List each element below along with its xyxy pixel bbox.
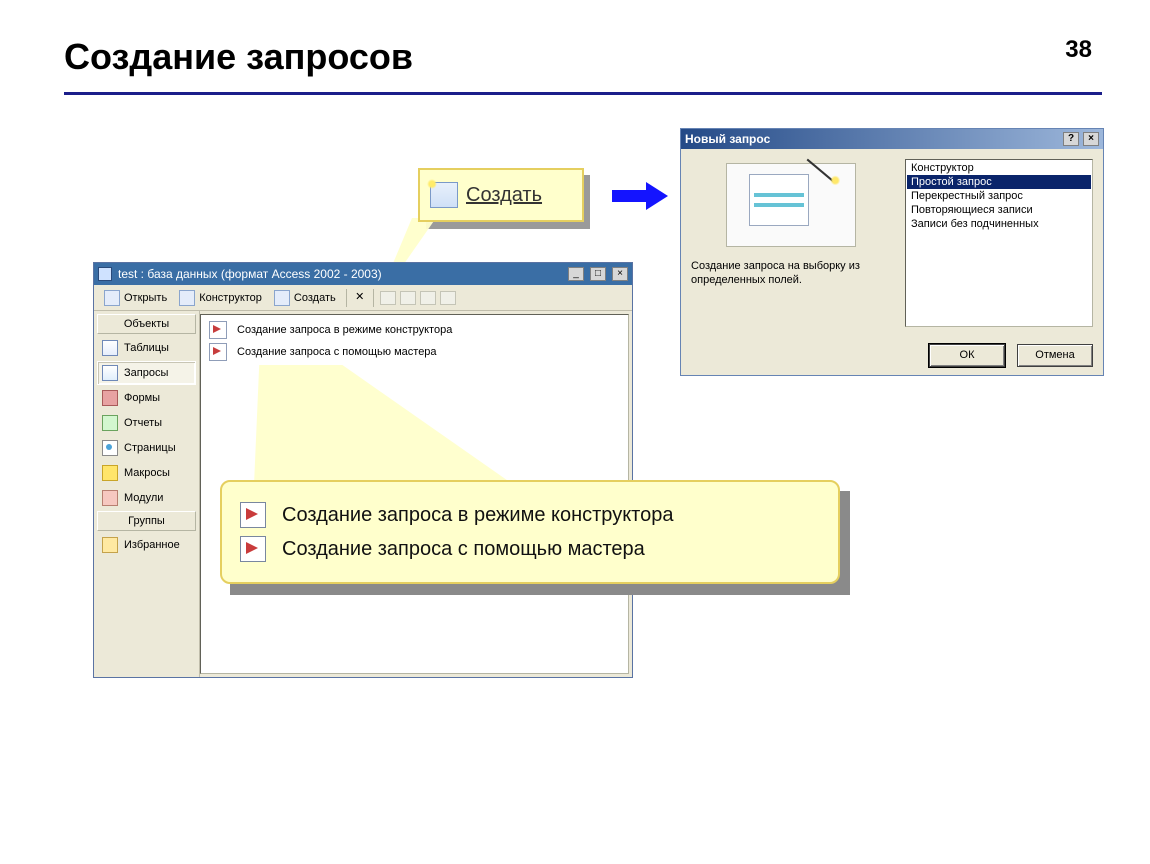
create-button-callout: Создать (418, 168, 584, 222)
dialog-preview (726, 163, 856, 247)
sidebar-label: Модули (124, 492, 163, 504)
slide-number: 38 (1065, 36, 1092, 64)
nav-objects-header: Объекты (97, 314, 196, 334)
designer-icon (179, 290, 195, 306)
dialog-title: Новый запрос (685, 132, 1059, 146)
zoom-row-designer: Создание запроса в режиме конструктора (240, 502, 820, 528)
module-icon (102, 490, 118, 506)
wizard-icon (209, 321, 227, 339)
minimize-button[interactable]: _ (568, 267, 584, 281)
maximize-button[interactable]: □ (590, 267, 606, 281)
new-query-dialog: Новый запрос ? × Создание запроса на выб… (680, 128, 1104, 376)
delete-icon[interactable]: ✕ (353, 291, 367, 305)
page-icon (102, 440, 118, 456)
new-icon (430, 182, 458, 208)
toolbar-open[interactable]: Открыть (100, 289, 171, 307)
option-duplicates[interactable]: Повторяющиеся записи (907, 203, 1091, 217)
option-crosstab[interactable]: Перекрестный запрос (907, 189, 1091, 203)
view-list-icon[interactable] (420, 291, 436, 305)
dialog-titlebar[interactable]: Новый запрос ? × (681, 129, 1103, 149)
slide-divider (64, 92, 1102, 95)
close-button[interactable]: × (612, 267, 628, 281)
titlebar[interactable]: test : база данных (формат Access 2002 -… (94, 263, 632, 285)
sidebar-item-pages[interactable]: Страницы (97, 436, 196, 460)
view-large-icons[interactable] (400, 291, 416, 305)
sidebar-label: Формы (124, 392, 160, 404)
option-unmatched[interactable]: Записи без подчиненных (907, 217, 1091, 231)
sidebar-label: Отчеты (124, 417, 162, 429)
content-label: Создание запроса с помощью мастера (237, 346, 437, 358)
sidebar-label: Избранное (124, 539, 180, 551)
wizard-icon (209, 343, 227, 361)
close-button[interactable]: × (1083, 132, 1099, 146)
sidebar-item-queries[interactable]: Запросы (97, 361, 196, 385)
nav-pane: Объекты Таблицы Запросы Формы Отчеты Стр… (94, 311, 200, 677)
ok-button[interactable]: ОК (929, 344, 1005, 367)
zoom-row-wizard: Создание запроса с помощью мастера (240, 536, 820, 562)
db-toolbar: Открыть Конструктор Создать ✕ (94, 285, 632, 311)
sidebar-item-reports[interactable]: Отчеты (97, 411, 196, 435)
wizard-icon (240, 536, 266, 562)
view-details-icon[interactable] (440, 291, 456, 305)
app-icon (98, 267, 112, 281)
toolbar-designer[interactable]: Конструктор (175, 289, 266, 307)
macro-icon (102, 465, 118, 481)
toolbar-separator (346, 289, 347, 307)
favorites-icon (102, 537, 118, 553)
sidebar-item-tables[interactable]: Таблицы (97, 336, 196, 360)
option-constructor[interactable]: Конструктор (907, 161, 1091, 175)
sidebar-label: Макросы (124, 467, 170, 479)
sidebar-label: Запросы (124, 367, 168, 379)
sidebar-item-modules[interactable]: Модули (97, 486, 196, 510)
wizard-icon (240, 502, 266, 528)
open-icon (104, 290, 120, 306)
toolbar-separator (373, 289, 374, 307)
create-query-designer[interactable]: Создание запроса в режиме конструктора (205, 319, 624, 341)
option-simple-query[interactable]: Простой запрос (907, 175, 1091, 189)
toolbar-open-label: Открыть (124, 292, 167, 304)
dialog-description: Создание запроса на выборку из определен… (691, 259, 891, 288)
zoom-label: Создание запроса в режиме конструктора (282, 504, 673, 527)
toolbar-create[interactable]: Создать (270, 289, 340, 307)
report-icon (102, 415, 118, 431)
content-zoom-callout: Создание запроса в режиме конструктора С… (220, 480, 840, 584)
arrow-icon (612, 182, 670, 210)
table-icon (102, 340, 118, 356)
content-label: Создание запроса в режиме конструктора (237, 324, 452, 336)
query-icon (102, 365, 118, 381)
sidebar-label: Таблицы (124, 342, 169, 354)
sidebar-label: Страницы (124, 442, 176, 454)
sidebar-item-favorites[interactable]: Избранное (97, 533, 196, 557)
dialog-options-list[interactable]: Конструктор Простой запрос Перекрестный … (905, 159, 1093, 327)
zoom-label: Создание запроса с помощью мастера (282, 538, 645, 561)
nav-groups-header: Группы (97, 511, 196, 531)
create-button-label[interactable]: Создать (466, 184, 542, 207)
sidebar-item-forms[interactable]: Формы (97, 386, 196, 410)
toolbar-create-label: Создать (294, 292, 336, 304)
sidebar-item-macros[interactable]: Макросы (97, 461, 196, 485)
slide-title: Создание запросов (64, 36, 413, 78)
create-icon (274, 290, 290, 306)
help-button[interactable]: ? (1063, 132, 1079, 146)
form-icon (102, 390, 118, 406)
view-small-icons[interactable] (380, 291, 396, 305)
toolbar-designer-label: Конструктор (199, 292, 262, 304)
create-query-wizard[interactable]: Создание запроса с помощью мастера (205, 341, 624, 363)
cancel-button[interactable]: Отмена (1017, 344, 1093, 367)
window-title: test : база данных (формат Access 2002 -… (118, 267, 562, 281)
